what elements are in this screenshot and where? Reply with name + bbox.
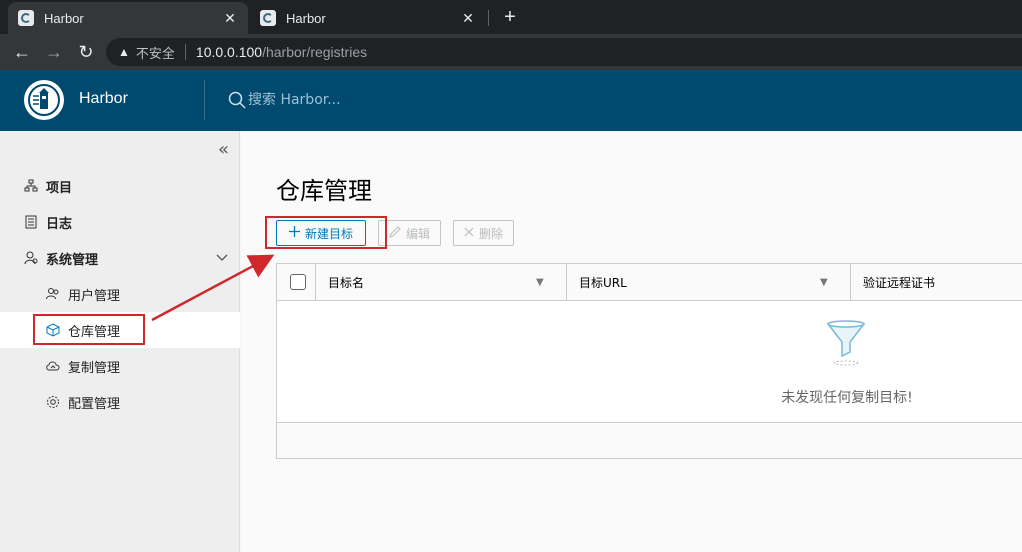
- grid-header: 目标名 ▼ 目标URL ▼ 验证远程证书: [277, 264, 1022, 301]
- search-icon: [228, 91, 246, 109]
- empty-message: 未发现任何复制目标!: [781, 390, 913, 406]
- annotation-highlight-new-button: [265, 216, 387, 249]
- cloud-sync-icon: [46, 359, 60, 373]
- forward-arrow-icon[interactable]: →: [42, 40, 66, 64]
- edit-label: 编辑: [406, 226, 431, 241]
- column-header-url[interactable]: 目标URL ▼: [566, 264, 850, 301]
- main-content: 仓库管理 新建目标 编辑 删除 目标名 ▼ 目标URL ▼ 验证远程证书 未发现…: [241, 131, 1022, 552]
- security-label[interactable]: 不安全: [136, 43, 175, 62]
- tab-title: Harbor: [286, 10, 326, 26]
- tab-close-icon[interactable]: ✕: [222, 10, 238, 27]
- filter-icon[interactable]: ▼: [536, 277, 544, 288]
- header-divider: [204, 80, 205, 120]
- column-header-verify-cert[interactable]: 验证远程证书: [850, 264, 1022, 301]
- omnibox[interactable]: ▲ 不安全 10.0.0.100 /harbor/registries: [106, 38, 1022, 66]
- sidebar-item-logs[interactable]: 日志: [0, 204, 240, 240]
- sidebar-item-label: 日志: [46, 216, 73, 232]
- sidebar-item-label: 复制管理: [68, 360, 121, 376]
- omnibox-divider: [184, 44, 186, 60]
- chevron-down-icon[interactable]: [216, 251, 228, 265]
- edit-button[interactable]: 编辑: [378, 220, 442, 246]
- pencil-icon: [389, 225, 401, 241]
- users-icon: [46, 287, 60, 301]
- url-path: /harbor/registries: [262, 44, 368, 60]
- delete-button[interactable]: 删除: [453, 220, 515, 246]
- select-all-checkbox[interactable]: [290, 274, 306, 290]
- harbor-logo-icon[interactable]: [24, 80, 64, 120]
- column-label: 目标名: [328, 276, 365, 290]
- browser-tab[interactable]: Harbor ✕: [250, 2, 486, 34]
- delete-label: 删除: [479, 226, 504, 241]
- sidebar-item-configuration[interactable]: 配置管理: [0, 384, 240, 420]
- sidebar-item-users[interactable]: 用户管理: [0, 276, 240, 312]
- harbor-favicon-icon: [260, 10, 276, 26]
- new-tab-icon[interactable]: +: [498, 5, 522, 29]
- sidebar-item-projects[interactable]: 项目: [0, 168, 240, 204]
- grid-footer: [277, 422, 1022, 458]
- tab-close-icon[interactable]: ✕: [460, 10, 476, 27]
- address-bar: ← → ↻ ▲ 不安全 10.0.0.100 /harbor/registrie…: [0, 34, 1022, 70]
- filter-icon[interactable]: ▼: [820, 277, 828, 288]
- url-host: 10.0.0.100: [195, 44, 263, 60]
- app-header: Harbor: [0, 70, 1022, 131]
- settings-user-icon: [24, 251, 38, 265]
- empty-filter-icon: [826, 320, 866, 366]
- sidebar-item-label: 配置管理: [68, 396, 121, 412]
- log-icon: [24, 215, 38, 229]
- warning-icon: ▲: [118, 45, 130, 59]
- annotation-highlight-sidebar: [33, 314, 145, 345]
- sidebar-item-label: 项目: [46, 180, 73, 196]
- page-title: 仓库管理: [276, 177, 372, 205]
- sidebar-item-label: 用户管理: [68, 288, 121, 304]
- browser-tab-active[interactable]: Harbor ✕: [8, 2, 248, 34]
- gear-icon: [46, 395, 60, 409]
- browser-tab-bar: Harbor ✕ Harbor ✕ +: [0, 0, 1022, 34]
- sidebar-item-label: 系统管理: [46, 252, 99, 268]
- column-header-name[interactable]: 目标名 ▼: [315, 264, 566, 301]
- tab-title: Harbor: [44, 10, 84, 26]
- global-search[interactable]: [228, 91, 448, 109]
- grid-empty-state: 未发现任何复制目标!: [277, 302, 1022, 422]
- tab-separator: [488, 10, 489, 26]
- column-label: 目标URL: [579, 276, 627, 290]
- sidebar-item-system-admin[interactable]: 系统管理: [0, 240, 240, 276]
- search-input[interactable]: [248, 92, 448, 108]
- back-arrow-icon[interactable]: ←: [10, 40, 34, 64]
- close-icon: [464, 226, 474, 240]
- sidebar-item-replication[interactable]: 复制管理: [0, 348, 240, 384]
- reload-icon[interactable]: ↻: [74, 40, 98, 64]
- registries-grid: 目标名 ▼ 目标URL ▼ 验证远程证书 未发现任何复制目标!: [276, 263, 1022, 459]
- brand-name[interactable]: Harbor: [79, 90, 128, 108]
- harbor-favicon-icon: [18, 10, 34, 26]
- column-label: 验证远程证书: [863, 276, 936, 290]
- collapse-sidebar-icon[interactable]: «: [218, 139, 229, 160]
- project-icon: [24, 179, 38, 193]
